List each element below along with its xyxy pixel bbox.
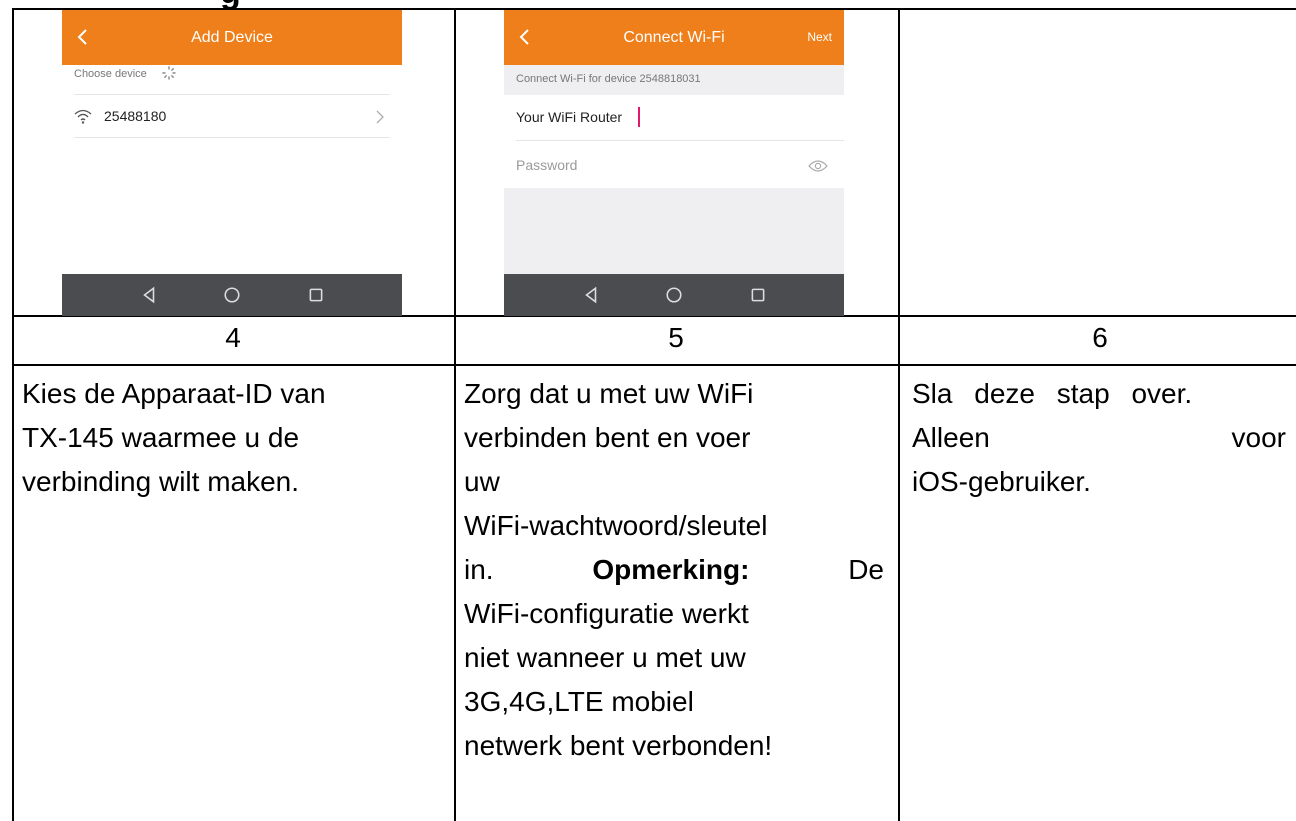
nav-recents-icon[interactable] — [307, 286, 325, 304]
description-line: Kies de Apparaat-ID van — [22, 378, 326, 409]
description-word: De — [848, 554, 884, 585]
app-bar: Connect Wi-Fi Next — [504, 10, 844, 65]
step-number-6: 6 — [1092, 322, 1108, 353]
device-list-item[interactable]: 25488180 — [62, 96, 402, 136]
screen-title: Connect Wi-Fi — [623, 28, 725, 46]
table-row-divider-2 — [12, 364, 1296, 366]
step-number-4: 4 — [225, 322, 241, 353]
separator — [74, 94, 390, 95]
step-6-description: Sla deze stap over. Alleen voor iOS-gebr… — [912, 372, 1286, 504]
description-line: verbinding wilt maken. — [22, 466, 300, 497]
ssid-value: Your WiFi Router — [516, 109, 623, 125]
table-border-left — [12, 8, 14, 821]
text-cursor — [638, 107, 640, 127]
nav-recents-icon[interactable] — [749, 286, 767, 304]
password-field[interactable]: Password — [504, 141, 844, 187]
nav-back-icon[interactable] — [582, 286, 600, 304]
choose-device-label: Choose device — [74, 68, 147, 80]
step-4-description: Kies de Apparaat-ID van TX-145 waarmee u… — [22, 372, 446, 504]
password-placeholder: Password — [516, 157, 578, 173]
chevron-right-icon — [376, 110, 384, 124]
description-line: 3G,4G,LTE mobiel — [464, 686, 694, 717]
description-word: voor — [1231, 422, 1286, 453]
description-line: Alleen voor — [912, 416, 1286, 460]
nav-home-icon[interactable] — [665, 286, 683, 304]
description-line: Zorg dat u met uw WiFi — [464, 378, 754, 409]
nav-back-icon[interactable] — [140, 286, 158, 304]
description-line: WiFi-wachtwoord/sleutel — [464, 510, 768, 541]
android-nav-bar — [62, 274, 402, 316]
app-bar: Add Device — [62, 10, 402, 65]
description-line: netwerk bent verbonden! — [464, 730, 773, 761]
android-nav-bar — [504, 274, 844, 316]
description-line: iOS-gebruiker. — [912, 466, 1091, 497]
wifi-icon — [74, 109, 92, 124]
back-arrow-icon[interactable] — [514, 22, 536, 52]
phone-screenshot-connect-wifi: Connect Wi-Fi Next Connect Wi-Fi for dev… — [504, 10, 844, 316]
description-line: verbinden bent en voer — [464, 422, 751, 453]
step-5-description: Zorg dat u met uw WiFi verbinden bent en… — [464, 372, 884, 768]
eye-icon[interactable] — [808, 159, 828, 173]
table-divider-2 — [898, 8, 900, 821]
description-line: WiFi-configuratie werkt — [464, 598, 749, 629]
empty-area — [504, 188, 844, 274]
loading-spinner-icon — [162, 66, 176, 80]
connect-device-label: Connect Wi-Fi for device 2548818031 — [516, 73, 701, 85]
description-word: in. — [464, 554, 494, 585]
description-line: niet wanneer u met uw — [464, 642, 746, 673]
description-line: in. Opmerking: De — [464, 548, 884, 592]
phone-screenshot-add-device: Add Device Choose device 25488180 — [62, 10, 402, 316]
connect-info-bar: Connect Wi-Fi for device 2548818031 — [504, 65, 844, 95]
screen-title: Add Device — [191, 28, 273, 46]
back-arrow-icon[interactable] — [72, 22, 94, 52]
device-id: 25488180 — [104, 108, 167, 124]
separator — [74, 137, 390, 138]
description-line: uw — [464, 466, 500, 497]
description-word: Alleen — [912, 422, 990, 453]
next-button[interactable]: Next — [807, 30, 832, 44]
description-line: TX-145 waarmee u de — [22, 416, 446, 460]
ssid-field[interactable]: Your WiFi Router — [504, 96, 844, 140]
step-number-5: 5 — [668, 322, 684, 353]
note-label: Opmerking: — [592, 554, 750, 585]
nav-home-icon[interactable] — [223, 286, 241, 304]
description-line: Sla deze stap over. — [912, 378, 1193, 409]
table-divider-1 — [454, 8, 456, 821]
description-line-text: TX-145 waarmee u de — [22, 422, 300, 453]
